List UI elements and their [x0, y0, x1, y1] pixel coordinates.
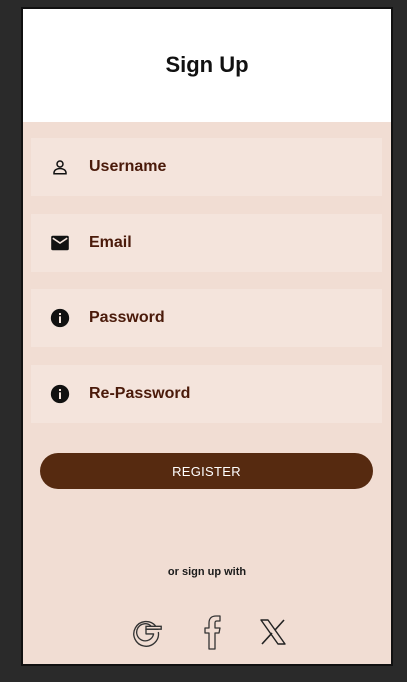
email-label: Email — [89, 234, 132, 251]
mail-icon — [50, 233, 70, 253]
google-icon[interactable] — [126, 612, 166, 652]
info-icon — [50, 308, 70, 328]
username-field[interactable]: Username — [31, 138, 382, 196]
person-icon — [50, 157, 70, 177]
email-field[interactable]: Email — [31, 214, 382, 272]
app-header: Sign Up — [23, 9, 391, 122]
password-label: Password — [89, 309, 165, 326]
facebook-icon[interactable] — [192, 612, 232, 652]
password-field[interactable]: Password — [31, 289, 382, 347]
info-icon — [50, 384, 70, 404]
signup-screen: Sign Up Username Email Password Re-Passw… — [21, 7, 393, 666]
username-label: Username — [89, 158, 167, 175]
repassword-label: Re-Password — [89, 385, 191, 402]
page-title: Sign Up — [165, 51, 249, 77]
register-button[interactable]: REGISTER — [40, 453, 373, 489]
x-icon[interactable] — [253, 612, 293, 652]
repassword-field[interactable]: Re-Password — [31, 365, 382, 423]
social-caption: or sign up with — [167, 566, 247, 578]
